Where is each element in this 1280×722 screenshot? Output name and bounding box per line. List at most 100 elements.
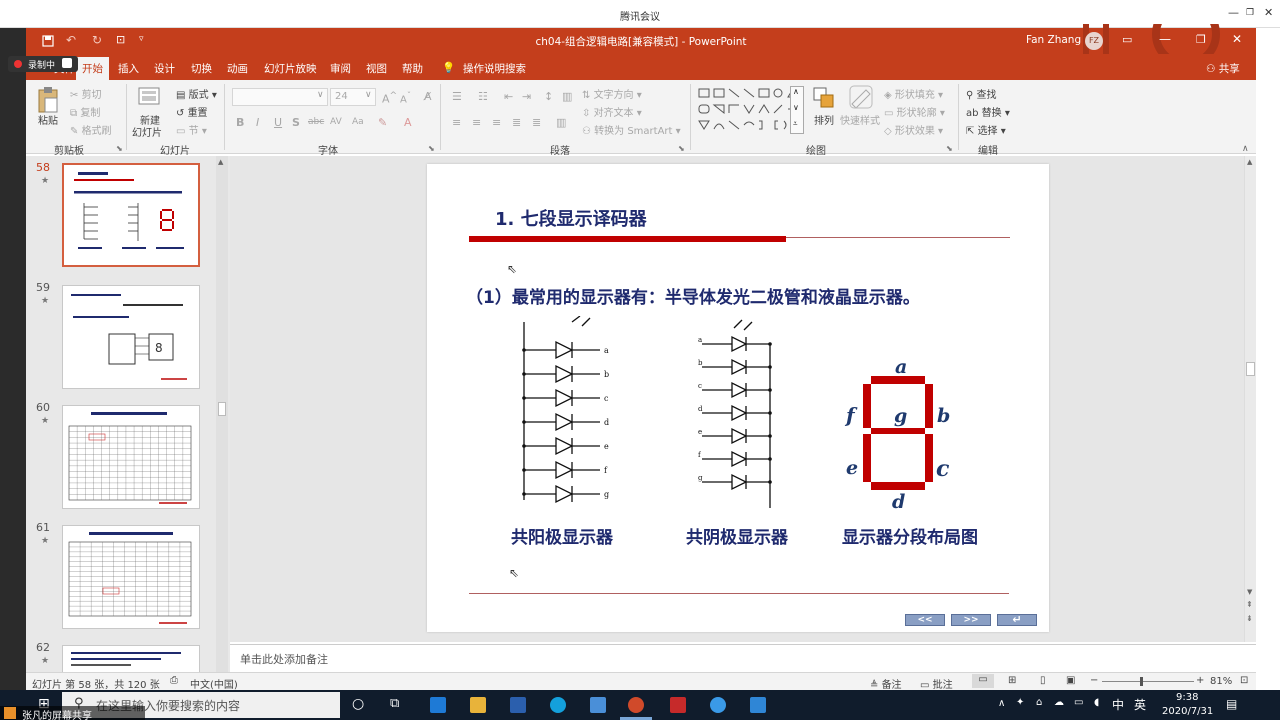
tray-app-icon[interactable]: ✦: [1016, 697, 1024, 708]
spellcheck-icon[interactable]: ⎙: [170, 675, 178, 686]
bullets-icon[interactable]: ☰: [452, 90, 462, 103]
slide-sorter-icon[interactable]: ⊞: [1008, 675, 1016, 686]
slide-thumbnail-58[interactable]: [62, 163, 200, 267]
dialog-launcher-icon[interactable]: ⬊: [428, 144, 435, 153]
zoom-in-icon[interactable]: +: [1196, 675, 1204, 686]
numbering-icon[interactable]: ☷: [478, 90, 488, 103]
next-slide-icon[interactable]: ⇟: [1246, 614, 1253, 623]
font-name-combobox[interactable]: ∨: [232, 88, 328, 106]
shadow-icon[interactable]: S: [292, 116, 300, 129]
slide-thumbnail-61[interactable]: [62, 525, 200, 629]
zoom-level[interactable]: 81%: [1210, 676, 1232, 687]
scroll-down-icon[interactable]: ▼: [1247, 588, 1252, 596]
find-button[interactable]: ⚲ 查找: [966, 86, 997, 101]
tab-slideshow[interactable]: 幻灯片放映: [264, 61, 317, 76]
scroll-thumb[interactable]: [218, 402, 226, 416]
font-size-combobox[interactable]: 24 ∨: [330, 88, 376, 106]
new-slide-label-2[interactable]: 幻灯片: [132, 124, 162, 139]
caption-segment-layout[interactable]: 显示器分段布局图: [842, 523, 978, 548]
format-painter-button[interactable]: ✎ 格式刷: [70, 122, 112, 137]
reset-button[interactable]: ↺ 重置: [176, 104, 208, 119]
prev-slide-icon[interactable]: ⇞: [1246, 600, 1253, 609]
cortana-icon[interactable]: ○: [352, 696, 364, 712]
shape-effects-button[interactable]: ◇ 形状效果 ▾: [884, 122, 943, 137]
quick-styles-button[interactable]: 快速样式: [840, 112, 880, 127]
zoom-slider[interactable]: [1102, 681, 1194, 682]
slideshow-view-icon[interactable]: ▣: [1066, 675, 1075, 686]
app-icon[interactable]: [710, 697, 726, 713]
dialog-launcher-icon[interactable]: ⬊: [678, 144, 685, 153]
lightbulb-icon[interactable]: 💡: [442, 61, 455, 74]
new-slide-icon[interactable]: [138, 86, 160, 108]
ribbon-display-icon[interactable]: ▭: [1122, 33, 1132, 46]
scroll-up-icon[interactable]: ▲: [218, 158, 223, 166]
arrange-button[interactable]: 排列: [814, 112, 834, 127]
common-anode-diagram[interactable]: a b c d e f g: [510, 316, 620, 508]
nav-return-button[interactable]: ↵: [997, 614, 1037, 626]
dialog-launcher-icon[interactable]: ⬊: [946, 144, 953, 153]
copy-button[interactable]: ⧉ 复制: [70, 104, 100, 119]
normal-view-icon[interactable]: ▭: [972, 674, 994, 688]
notes-toggle-button[interactable]: ≜ 备注: [870, 676, 902, 691]
language-indicator[interactable]: 中文(中国): [190, 676, 238, 691]
fit-slide-icon[interactable]: ⊡: [1240, 675, 1248, 686]
slide-title[interactable]: 1. 七段显示译码器: [495, 205, 647, 231]
slide-thumbnail-59[interactable]: 8: [62, 285, 200, 389]
zoom-out-icon[interactable]: −: [1090, 675, 1098, 686]
zoom-slider-thumb[interactable]: [1140, 677, 1143, 686]
cut-button[interactable]: ✂ 剪切: [70, 86, 102, 101]
collapse-ribbon-icon[interactable]: ∧: [1242, 144, 1249, 154]
minimize-icon[interactable]: —: [1159, 32, 1171, 46]
paste-button[interactable]: 粘贴: [38, 112, 58, 127]
change-case-icon[interactable]: Aa: [352, 117, 364, 127]
clock-date[interactable]: 2020/7/31: [1162, 706, 1213, 717]
slide-thumbnail-60[interactable]: [62, 405, 200, 509]
tab-help[interactable]: 帮助: [402, 61, 423, 76]
layout-button[interactable]: ▤ 版式 ▾: [176, 86, 217, 101]
shape-fill-button[interactable]: ◈ 形状填充 ▾: [884, 86, 943, 101]
align-text-button[interactable]: ⇳ 对齐文本 ▾: [582, 104, 642, 119]
seven-segment-layout[interactable]: a b c d e f g: [840, 352, 970, 512]
tab-review[interactable]: 审阅: [330, 61, 351, 76]
decrease-indent-icon[interactable]: ⇤: [504, 90, 513, 103]
reading-view-icon[interactable]: ▯: [1040, 675, 1046, 686]
file-explorer-icon[interactable]: [470, 697, 486, 713]
increase-indent-icon[interactable]: ⇥: [522, 90, 531, 103]
strikethrough-icon[interactable]: abc: [308, 117, 324, 127]
bold-icon[interactable]: B: [236, 116, 244, 129]
text-direction-button[interactable]: ⇅ 文字方向 ▾: [582, 86, 642, 101]
distribute-icon[interactable]: ≣: [532, 116, 541, 129]
slide-heading[interactable]: （1）最常用的显示器有：半导体发光二极管和液晶显示器。: [466, 283, 920, 308]
line-spacing-icon[interactable]: ↕: [544, 90, 553, 103]
highlight-icon[interactable]: ✎: [378, 116, 387, 129]
align-right-icon[interactable]: ≡: [492, 116, 501, 129]
ime-indicator[interactable]: 中: [1112, 696, 1124, 713]
notifications-icon[interactable]: ▤: [1226, 697, 1237, 711]
restore-icon[interactable]: ❐: [1196, 33, 1206, 46]
pdf-icon[interactable]: [670, 697, 686, 713]
common-cathode-diagram[interactable]: a b c d e f g: [694, 314, 784, 510]
scroll-up-icon[interactable]: ▲: [1247, 158, 1252, 166]
editor-scrollbar[interactable]: ▲ ▼ ⇞ ⇟: [1244, 156, 1256, 642]
dialog-launcher-icon[interactable]: ⬊: [116, 144, 123, 153]
caption-common-anode[interactable]: 共阳极显示器: [511, 523, 613, 548]
tell-me-search[interactable]: 操作说明搜索: [463, 61, 526, 76]
thumbnail-scrollbar[interactable]: ▲: [216, 156, 228, 672]
paste-icon[interactable]: [36, 86, 60, 114]
section-button[interactable]: ▭ 节 ▾: [176, 122, 207, 137]
word-icon[interactable]: [510, 697, 526, 713]
clock-time[interactable]: 9:38: [1176, 692, 1198, 703]
minimize-icon[interactable]: —: [1228, 6, 1239, 19]
increase-font-icon[interactable]: A^: [382, 90, 397, 106]
justify-icon[interactable]: ≣: [512, 116, 521, 129]
smartart-button[interactable]: ⚇ 转换为 SmartArt ▾: [582, 122, 681, 137]
tab-design[interactable]: 设计: [154, 61, 175, 76]
scroll-thumb[interactable]: [1246, 362, 1255, 376]
char-spacing-icon[interactable]: AV: [330, 117, 342, 127]
thumbnail-pane[interactable]: 58 ★ 59 ★ 8 60 ★ 61 ★ 62 ★ ▲: [26, 156, 230, 672]
tab-transitions[interactable]: 切换: [191, 61, 212, 76]
tray-chevron-icon[interactable]: ∧: [998, 698, 1005, 709]
tab-animations[interactable]: 动画: [227, 61, 248, 76]
skype-icon[interactable]: [550, 697, 566, 713]
tray-app-icon[interactable]: ⌂: [1036, 697, 1042, 708]
